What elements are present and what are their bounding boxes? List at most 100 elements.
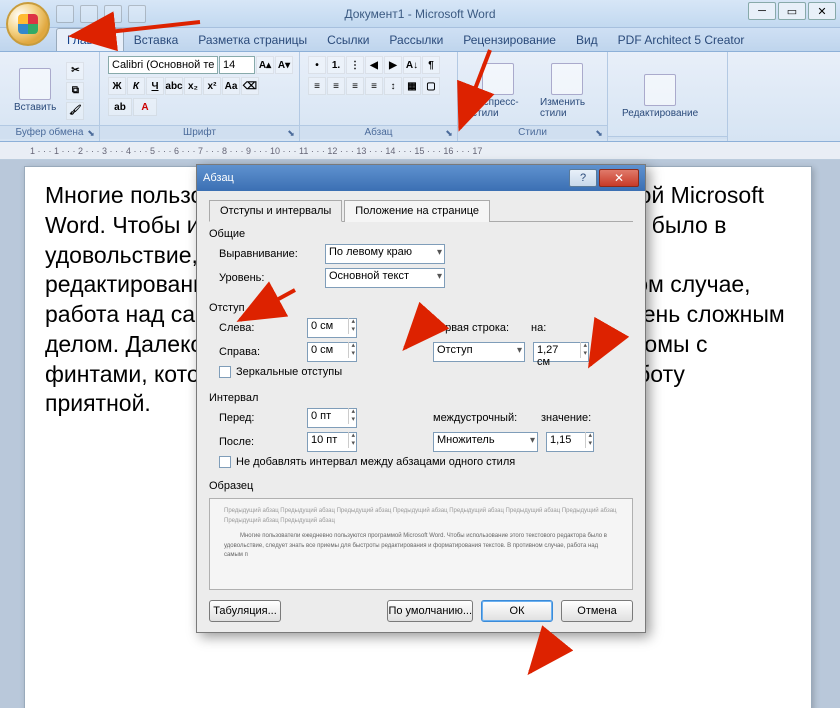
minimize-button[interactable]: ─ <box>748 2 776 20</box>
editing-button[interactable]: Редактирование <box>616 72 704 121</box>
justify-icon[interactable]: ≡ <box>365 77 383 95</box>
change-styles-button[interactable]: Изменить стили <box>534 61 599 121</box>
sort-icon[interactable]: A↓ <box>403 56 421 74</box>
tab-review[interactable]: Рецензирование <box>453 29 566 51</box>
change-styles-label: Изменить стили <box>540 97 593 119</box>
qat-redo-icon[interactable] <box>104 5 122 23</box>
section-indent: Отступ <box>209 302 633 314</box>
no-space-same-style-label: Не добавлять интервал между абзацами одн… <box>236 456 515 468</box>
after-spin[interactable]: 10 пт <box>307 432 357 452</box>
show-marks-icon[interactable]: ¶ <box>422 56 440 74</box>
tab-mailings[interactable]: Рассылки <box>379 29 453 51</box>
dialog-close-button[interactable]: ✕ <box>599 169 639 187</box>
mirror-indents-label: Зеркальные отступы <box>236 366 342 378</box>
before-spin[interactable]: 0 пт <box>307 408 357 428</box>
dialog-title: Абзац <box>203 172 569 184</box>
office-button[interactable] <box>6 2 50 46</box>
find-icon <box>644 74 676 106</box>
preview-box: Предыдущий абзац Предыдущий абзац Предыд… <box>209 498 633 590</box>
tab-layout[interactable]: Разметка страницы <box>188 29 317 51</box>
indent-left-label: Слева: <box>219 322 299 334</box>
indent-left-spin[interactable]: 0 см <box>307 318 357 338</box>
paragraph-dialog: Абзац ? ✕ Отступы и интервалы Положение … <box>196 164 646 633</box>
font-color-icon[interactable]: A <box>133 98 157 116</box>
dialog-help-button[interactable]: ? <box>569 169 597 187</box>
quick-access-toolbar <box>56 5 146 23</box>
bold-icon[interactable]: Ж <box>108 77 126 95</box>
borders-icon[interactable]: ▢ <box>422 77 440 95</box>
ribbon-tabs: Главная Вставка Разметка страницы Ссылки… <box>0 28 840 52</box>
level-combo[interactable]: Основной текст <box>325 268 445 288</box>
qat-more-icon[interactable] <box>128 5 146 23</box>
no-space-same-style-checkbox[interactable] <box>219 456 231 468</box>
level-label: Уровень: <box>219 272 317 284</box>
shading-icon[interactable]: ▦ <box>403 77 421 95</box>
tab-home[interactable]: Главная <box>56 28 124 51</box>
tab-view[interactable]: Вид <box>566 29 608 51</box>
tab-insert[interactable]: Вставка <box>124 29 189 51</box>
clipboard-dialog-launcher[interactable]: ⬊ <box>85 127 97 139</box>
qat-save-icon[interactable] <box>56 5 74 23</box>
highlight-icon[interactable]: ab <box>108 98 132 116</box>
align-left-icon[interactable]: ≡ <box>308 77 326 95</box>
font-dialog-launcher[interactable]: ⬊ <box>285 127 297 139</box>
superscript-icon[interactable]: x² <box>203 77 221 95</box>
ok-button[interactable]: ОК <box>481 600 553 622</box>
font-size-combo[interactable] <box>219 56 255 74</box>
close-button[interactable]: ✕ <box>808 2 836 20</box>
multilevel-icon[interactable]: ⋮ <box>346 56 364 74</box>
group-editing-label <box>608 136 727 139</box>
bullets-icon[interactable]: • <box>308 56 326 74</box>
dialog-titlebar[interactable]: Абзац ? ✕ <box>197 165 645 191</box>
line-spacing-at-spin[interactable]: 1,15 <box>546 432 594 452</box>
italic-icon[interactable]: К <box>127 77 145 95</box>
underline-icon[interactable]: Ч <box>146 77 164 95</box>
cut-icon[interactable]: ✂ <box>66 62 84 80</box>
paste-button[interactable]: Вставить <box>8 66 62 115</box>
align-right-icon[interactable]: ≡ <box>346 77 364 95</box>
window-title: Документ1 - Microsoft Word <box>344 7 495 21</box>
paragraph-dialog-launcher[interactable]: ⬊ <box>443 127 455 139</box>
line-spacing-label: междустрочный: <box>433 412 533 424</box>
title-bar: Документ1 - Microsoft Word ─ ▭ ✕ <box>0 0 840 28</box>
line-spacing-icon[interactable]: ↕ <box>384 77 402 95</box>
tab-pdf[interactable]: PDF Architect 5 Creator <box>608 29 755 51</box>
first-line-by-spin[interactable]: 1,27 см <box>533 342 589 362</box>
format-painter-icon[interactable]: 🖌 <box>66 102 84 120</box>
increase-indent-icon[interactable]: ▶ <box>384 56 402 74</box>
styles-dialog-launcher[interactable]: ⬊ <box>593 127 605 139</box>
default-button[interactable]: По умолчанию... <box>387 600 473 622</box>
group-styles-label: Стили <box>458 125 607 139</box>
first-line-combo[interactable]: Отступ <box>433 342 525 362</box>
font-name-combo[interactable] <box>108 56 218 74</box>
dialog-tab-position[interactable]: Положение на странице <box>344 200 490 222</box>
section-general: Общие <box>209 228 633 240</box>
align-center-icon[interactable]: ≡ <box>327 77 345 95</box>
line-spacing-combo[interactable]: Множитель <box>433 432 538 452</box>
subscript-icon[interactable]: x₂ <box>184 77 202 95</box>
quick-styles-label: Экспресс-стили <box>472 97 524 119</box>
quick-styles-button[interactable]: Экспресс-стили <box>466 61 530 121</box>
clear-format-icon[interactable]: ⌫ <box>241 77 259 95</box>
maximize-button[interactable]: ▭ <box>778 2 806 20</box>
group-paragraph-label: Абзац <box>300 125 457 139</box>
tabs-button[interactable]: Табуляция... <box>209 600 281 622</box>
mirror-indents-checkbox[interactable] <box>219 366 231 378</box>
qat-undo-icon[interactable] <box>80 5 98 23</box>
tab-references[interactable]: Ссылки <box>317 29 379 51</box>
before-label: Перед: <box>219 412 299 424</box>
strike-icon[interactable]: abc <box>165 77 183 95</box>
indent-right-spin[interactable]: 0 см <box>307 342 357 362</box>
horizontal-ruler[interactable]: 1 · · · 1 · · · 2 · · · 3 · · · 4 · · · … <box>0 142 840 160</box>
align-combo[interactable]: По левому краю <box>325 244 445 264</box>
numbering-icon[interactable]: 1. <box>327 56 345 74</box>
decrease-indent-icon[interactable]: ◀ <box>365 56 383 74</box>
shrink-font-icon[interactable]: A▾ <box>275 56 293 74</box>
dialog-tab-indents[interactable]: Отступы и интервалы <box>209 200 342 222</box>
copy-icon[interactable]: ⧉ <box>66 82 84 100</box>
quick-styles-icon <box>482 63 514 95</box>
change-case-icon[interactable]: Aa <box>222 77 240 95</box>
grow-font-icon[interactable]: A▴ <box>256 56 274 74</box>
group-font-label: Шрифт <box>100 125 299 139</box>
cancel-button[interactable]: Отмена <box>561 600 633 622</box>
